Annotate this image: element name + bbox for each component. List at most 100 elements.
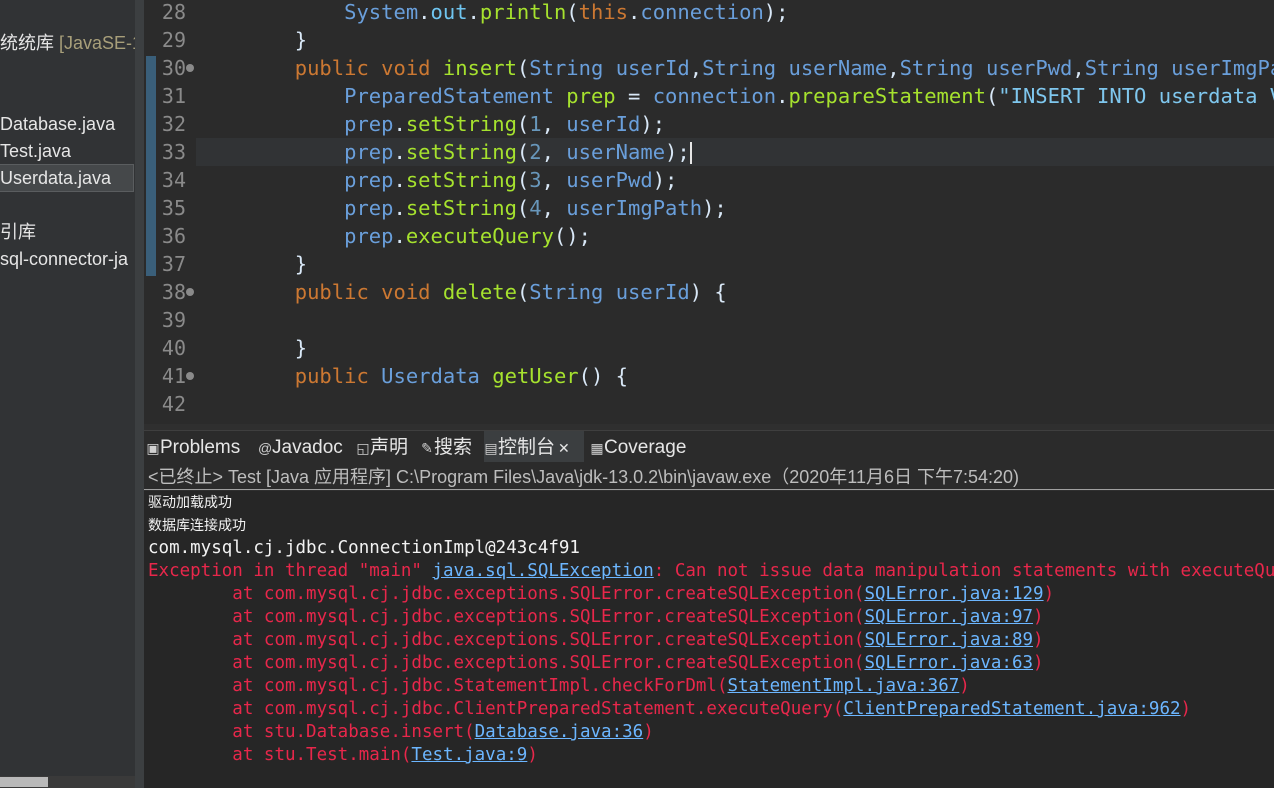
line-number: 35 [161, 196, 186, 220]
tab-problems[interactable]: ▣Problems [146, 431, 254, 463]
code-token: . [393, 196, 406, 220]
code-token: , [541, 112, 567, 136]
stacktrace-link[interactable]: ClientPreparedStatement.java:962 [843, 699, 1180, 719]
code-token: userId [566, 112, 641, 136]
code-token: delete [442, 280, 517, 304]
stacktrace-link[interactable]: SQLError.java:97 [864, 607, 1033, 627]
code-token: ( [516, 168, 530, 192]
console-text: at com.mysql.cj.jdbc.StatementImpl.check… [148, 676, 728, 696]
code-line[interactable]: } [196, 334, 307, 362]
code-token: String [702, 56, 777, 80]
console-text: 数据库连接成功 [148, 518, 246, 534]
tree-item-jre-library[interactable]: 统统库 [JavaSE-13] [0, 30, 135, 56]
code-token: . [393, 140, 406, 164]
code-token: } [196, 336, 308, 360]
code-token: 4 [529, 196, 542, 220]
fold-toggle-icon[interactable] [186, 372, 194, 380]
code-token: getUser [492, 364, 579, 388]
console-text: ) [1033, 653, 1044, 673]
code-line[interactable]: prep.setString(1, userId); [196, 110, 665, 138]
tab-coverage[interactable]: ▦Coverage [590, 431, 694, 463]
console-text: ) [643, 722, 654, 742]
code-line[interactable]: } [196, 26, 307, 54]
code-line[interactable]: prep.setString(2, userName); [196, 138, 1274, 166]
code-token: } [196, 28, 308, 52]
close-icon[interactable]: ✕ [558, 440, 570, 456]
code-token: public [294, 56, 369, 80]
code-token: 2 [529, 140, 542, 164]
fold-toggle-icon[interactable] [186, 288, 194, 296]
line-number: 29 [161, 28, 186, 52]
tab-console[interactable]: ▤控制台 ✕ [484, 431, 584, 463]
tree-item-test-java[interactable]: Test.java [0, 138, 71, 164]
stacktrace-link[interactable]: Test.java:9 [411, 745, 527, 765]
code-token: setString [405, 112, 517, 136]
console-error-line: at stu.Database.insert(Database.java:36) [148, 721, 654, 744]
line-number: 34 [161, 168, 186, 192]
code-token: connection [652, 84, 777, 108]
code-token: ( [516, 280, 530, 304]
code-line[interactable]: public void delete(String userId) { [196, 278, 727, 306]
console-error-line: at com.mysql.cj.jdbc.exceptions.SQLError… [148, 652, 1044, 675]
code-token: (); [553, 224, 591, 248]
view-divider[interactable] [135, 0, 144, 788]
stacktrace-link[interactable]: StatementImpl.java:367 [727, 676, 959, 696]
tab-search[interactable]: ✎搜索 [420, 431, 480, 463]
code-line[interactable]: prep.executeQuery(); [196, 222, 591, 250]
code-token: ) { [689, 280, 727, 304]
console-output-line: com.mysql.cj.jdbc.ConnectionImpl@243c4f9… [148, 537, 580, 560]
code-line[interactable]: } [196, 250, 307, 278]
code-token: String [1084, 56, 1159, 80]
code-token: setString [405, 168, 517, 192]
code-token: , [887, 56, 900, 80]
line-number: 28 [161, 0, 186, 24]
console-error-line: at stu.Test.main(Test.java:9) [148, 744, 538, 767]
console-text: ) [1043, 584, 1055, 604]
code-line[interactable]: prep.setString(3, userPwd); [196, 166, 677, 194]
code-editor[interactable]: 28 29 30 31 32 33 34 35 36 37 38 39 40 41 42 System.ou… [144, 0, 1274, 424]
code-token: ( [516, 196, 530, 220]
fold-toggle-icon[interactable] [186, 64, 194, 72]
line-number: 36 [161, 224, 186, 248]
declaration-icon: ◱ [356, 440, 370, 456]
code-token: void [381, 280, 431, 304]
code-line[interactable]: public Userdata getUser() { [196, 362, 628, 390]
stacktrace-link[interactable]: SQLError.java:63 [864, 653, 1033, 673]
code-token: prep [344, 168, 394, 192]
code-token: userImgPath [1171, 56, 1274, 80]
code-token: 3 [529, 168, 542, 192]
code-token: ); [652, 168, 678, 192]
tree-item-database-java[interactable]: Database.java [0, 111, 115, 137]
stacktrace-link[interactable]: Database.java:36 [475, 722, 644, 742]
tab-declaration[interactable]: ◱声明 [356, 431, 416, 463]
tree-item-referenced-libraries[interactable]: 引库 [0, 219, 36, 245]
code-line[interactable]: public void insert(String userId,String … [196, 54, 1274, 82]
code-token: prep [344, 224, 394, 248]
javadoc-icon: @ [258, 440, 273, 456]
code-token: userName [788, 56, 888, 80]
code-line[interactable]: PreparedStatement prep = connection.prep… [196, 82, 1274, 110]
stacktrace-link[interactable]: SQLError.java:129 [864, 584, 1043, 604]
editor-horizontal-scrollbar[interactable] [144, 418, 1274, 424]
code-line[interactable]: System.out.println(this.connection); [196, 0, 788, 26]
code-token: prepareStatement [788, 84, 986, 108]
code-line[interactable]: prep.setString(4, userImgPath); [196, 194, 727, 222]
code-token: this [578, 0, 629, 24]
tree-item-label: 统统库 [0, 33, 60, 53]
tree-item-userdata-java[interactable]: Userdata.java [0, 164, 134, 192]
stacktrace-link[interactable]: java.sql.SQLException [432, 561, 653, 581]
console-output[interactable]: 驱动加载成功 数据库连接成功 com.mysql.cj.jdbc.Connectio… [144, 491, 1274, 788]
stacktrace-link[interactable]: SQLError.java:89 [864, 630, 1033, 650]
tree-item-mysql-connector-jar[interactable]: sql-connector-ja [0, 246, 128, 272]
console-error-line: at com.mysql.cj.jdbc.exceptions.SQLError… [148, 606, 1043, 629]
code-token: = [615, 84, 653, 108]
explorer-horizontal-scrollbar[interactable] [0, 776, 135, 788]
scrollbar-thumb[interactable] [0, 777, 48, 787]
tab-javadoc[interactable]: @Javadoc [258, 431, 352, 463]
